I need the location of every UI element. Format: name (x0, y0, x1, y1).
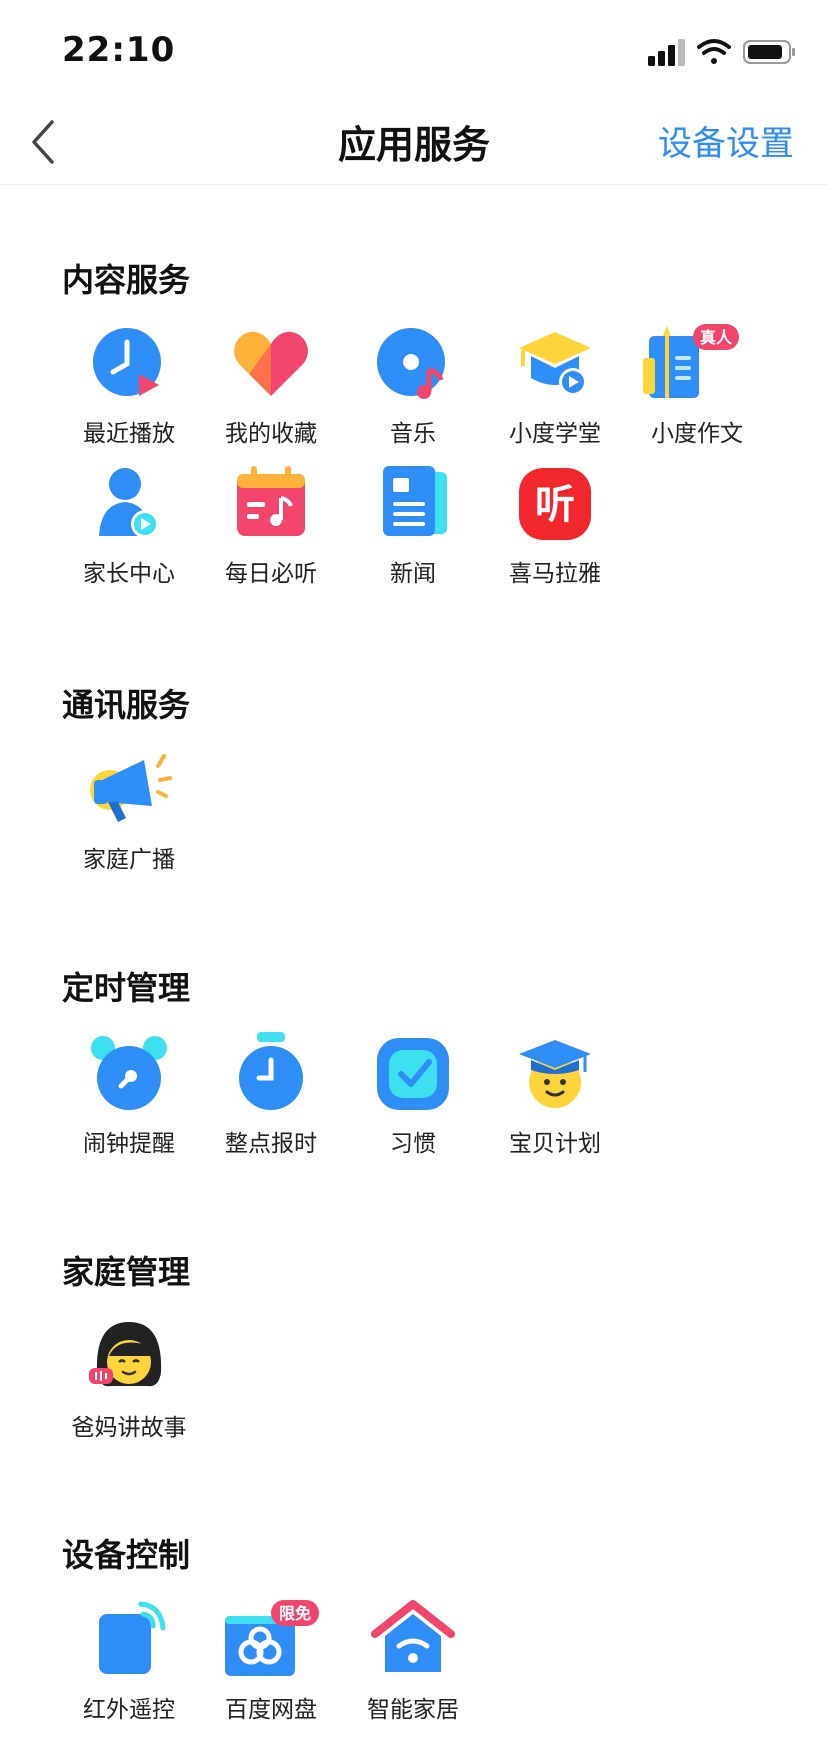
service-label: 百度网盘 (225, 1697, 317, 1723)
service-music[interactable]: 音乐 (343, 322, 483, 462)
ximalaya-icon: 听 (519, 468, 591, 540)
status-icons (648, 39, 795, 66)
baidu-netdisk-icon: 限免 (225, 1600, 319, 1676)
service-label: 智能家居 (367, 1697, 459, 1723)
service-ximalaya[interactable]: 听 喜马拉雅 (485, 462, 625, 602)
service-baidu-netdisk[interactable]: 限免 百度网盘 (201, 1598, 341, 1738)
service-baby-plan[interactable]: 宝贝计划 (485, 1032, 625, 1172)
parent-story-icon (89, 1322, 162, 1387)
section-title-content: 内容服务 (62, 261, 191, 299)
service-daily-listen[interactable]: 每日必听 (201, 462, 341, 602)
wifi-icon (697, 39, 731, 64)
news-icon (383, 466, 447, 536)
alarm-clock-icon (91, 1036, 167, 1110)
section-title-family: 家庭管理 (62, 1253, 191, 1291)
status-time: 22:10 (62, 30, 176, 70)
section-title-communication: 通讯服务 (62, 686, 191, 724)
service-label: 喜马拉雅 (509, 561, 601, 587)
service-label: 闹钟提醒 (83, 1131, 175, 1157)
service-xiaodu-composition[interactable]: 真人 小度作文 (627, 322, 767, 462)
badge-text: 真人 (700, 328, 733, 347)
nav-bar: 应用服务 设备设置 (0, 100, 828, 185)
service-label: 每日必听 (225, 561, 317, 587)
service-parent-story[interactable]: 爸妈讲故事 (59, 1316, 199, 1456)
service-xiaodu-academy[interactable]: 小度学堂 (485, 322, 625, 462)
service-home-broadcast[interactable]: 家庭广播 (59, 748, 199, 888)
service-label: 整点报时 (225, 1131, 317, 1157)
music-disc-icon (377, 328, 445, 399)
service-label: 红外遥控 (83, 1697, 175, 1723)
section-title-timer: 定时管理 (62, 969, 191, 1007)
graduation-cap-icon (519, 332, 591, 396)
service-label: 最近播放 (83, 421, 175, 447)
service-habit[interactable]: 习惯 (343, 1032, 483, 1172)
recent-play-icon (93, 328, 161, 396)
habit-check-icon (377, 1038, 449, 1110)
favorite-heart-icon (234, 331, 308, 396)
service-hourly-chime[interactable]: 整点报时 (201, 1032, 341, 1172)
service-recent-play[interactable]: 最近播放 (59, 322, 199, 462)
service-label: 习惯 (390, 1131, 436, 1157)
daily-listen-icon (237, 466, 305, 536)
parent-center-icon (99, 468, 159, 538)
device-settings-link[interactable]: 设备设置 (658, 116, 794, 165)
service-label: 小度作文 (651, 421, 743, 447)
service-alarm-reminder[interactable]: 闹钟提醒 (59, 1032, 199, 1172)
service-label: 家长中心 (83, 561, 175, 587)
service-label: 小度学堂 (509, 421, 601, 447)
signal-icon (648, 39, 685, 66)
service-favorites[interactable]: 我的收藏 (201, 322, 341, 462)
service-label: 新闻 (390, 561, 436, 587)
service-smart-home[interactable]: 智能家居 (343, 1598, 483, 1738)
stopwatch-icon (239, 1032, 303, 1110)
baby-plan-icon (519, 1040, 591, 1108)
battery-icon (743, 40, 795, 64)
service-label: 音乐 (390, 421, 436, 447)
composition-book-icon: 真人 (643, 324, 739, 398)
status-bar: 22:10 (0, 0, 828, 100)
section-title-device-control: 设备控制 (62, 1536, 191, 1574)
service-label: 我的收藏 (225, 421, 317, 447)
service-infrared-remote[interactable]: 红外遥控 (59, 1598, 199, 1738)
service-label: 宝贝计划 (509, 1131, 601, 1157)
service-parent-center[interactable]: 家长中心 (59, 462, 199, 602)
service-label: 爸妈讲故事 (71, 1415, 187, 1441)
ximalaya-glyph: 听 (535, 482, 575, 528)
service-news[interactable]: 新闻 (343, 462, 483, 602)
infrared-remote-icon (99, 1601, 166, 1674)
megaphone-icon (90, 754, 172, 822)
badge-text: 限免 (279, 1604, 311, 1623)
smart-home-icon (371, 1600, 455, 1672)
service-label: 家庭广播 (83, 847, 175, 873)
